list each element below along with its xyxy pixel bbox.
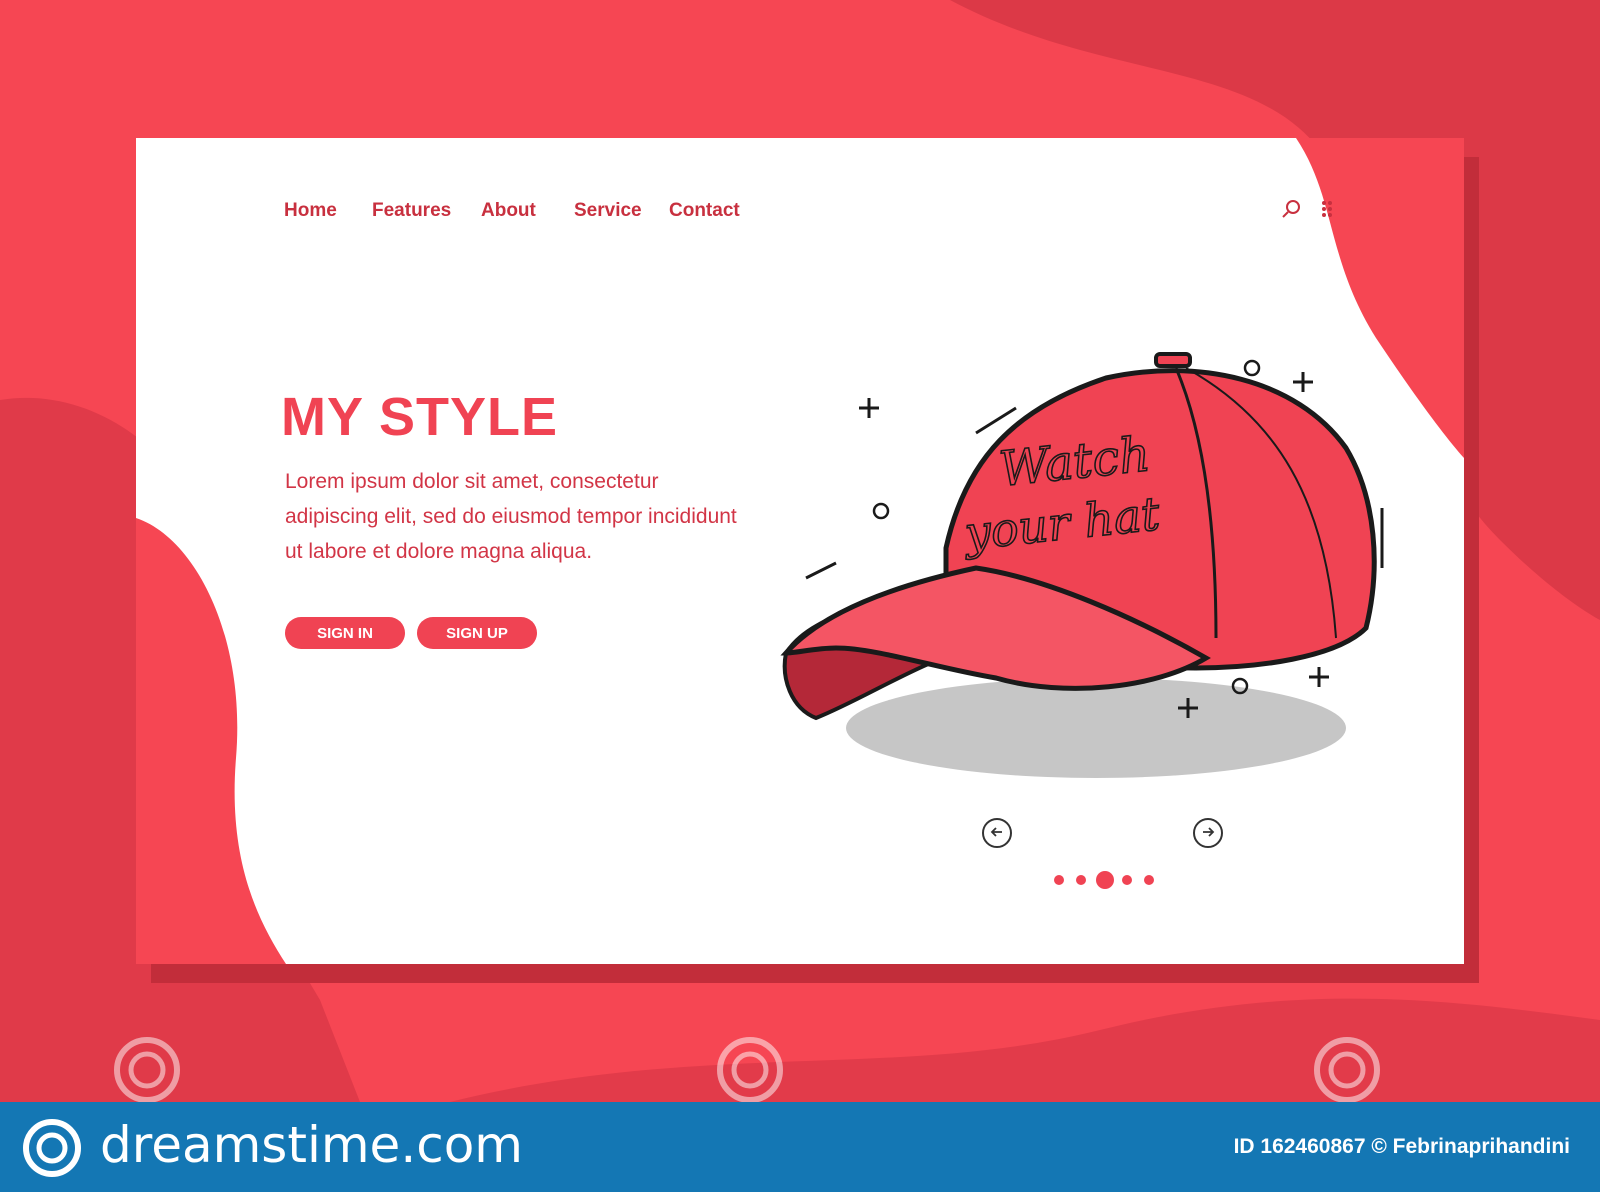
- watermark-credit: ID 162460867 © Febrinaprihandini: [1233, 1135, 1570, 1158]
- carousel-dot-active[interactable]: [1096, 871, 1114, 889]
- nav-link-about[interactable]: About: [481, 200, 536, 222]
- baseball-cap-illustration: Watch your hat: [780, 352, 1384, 778]
- swirl-watermark-icon: [1314, 1037, 1380, 1103]
- carousel-dot[interactable]: [1054, 875, 1064, 885]
- nav-link-service[interactable]: Service: [574, 200, 642, 222]
- swirl-watermark-icon: [114, 1037, 180, 1103]
- carousel-next-button[interactable]: [1193, 818, 1223, 848]
- carousel-dot[interactable]: [1122, 875, 1132, 885]
- carousel-dot[interactable]: [1144, 875, 1154, 885]
- swirl-watermark-icon: [717, 1037, 783, 1103]
- nav-link-home[interactable]: Home: [284, 200, 337, 222]
- hero-title: MY STYLE: [281, 387, 559, 447]
- nav-icons: [1280, 198, 1350, 226]
- watermark-brand: dreamstime.com: [100, 1116, 523, 1174]
- arrow-left-icon: [989, 824, 1005, 843]
- carousel-dot[interactable]: [1076, 875, 1086, 885]
- search-icon[interactable]: [1280, 198, 1302, 225]
- carousel-prev-button[interactable]: [982, 818, 1012, 848]
- dreamstime-logo-icon: [23, 1119, 81, 1177]
- nav-link-features[interactable]: Features: [372, 200, 451, 222]
- arrow-right-icon: [1200, 824, 1216, 843]
- grid-menu-icon[interactable]: [1320, 198, 1340, 225]
- landing-card: Home Features About Service Contact MY S…: [136, 138, 1464, 964]
- watermark-footer: dreamstime.com ID 162460867 © Febrinapri…: [0, 1102, 1600, 1192]
- sign-in-button[interactable]: SIGN IN: [285, 617, 405, 649]
- sign-up-button[interactable]: SIGN UP: [417, 617, 537, 649]
- nav-link-contact[interactable]: Contact: [669, 200, 740, 222]
- carousel-dots: [1054, 870, 1164, 890]
- hero-description: Lorem ipsum dolor sit amet, consectetur …: [285, 470, 737, 563]
